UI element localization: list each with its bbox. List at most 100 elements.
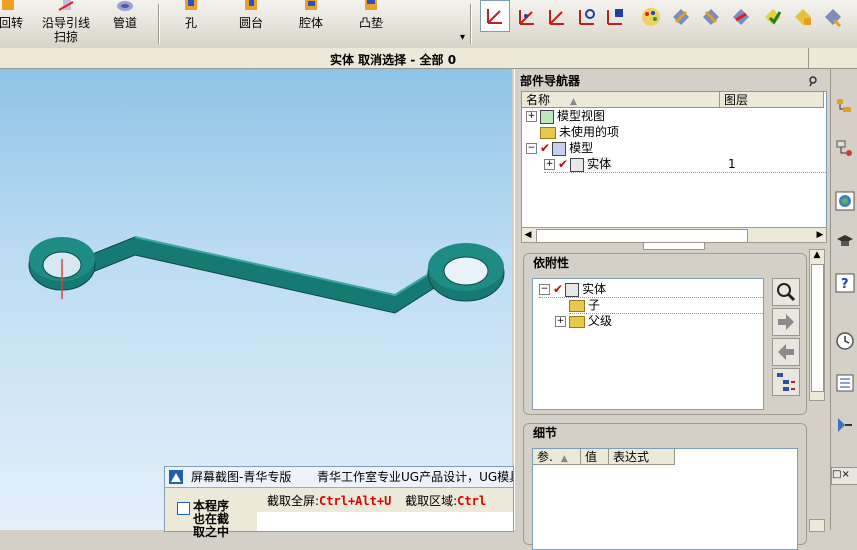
include-self-checkbox[interactable] — [177, 502, 190, 515]
go-back-button[interactable] — [772, 338, 800, 366]
panel-splitter[interactable] — [643, 242, 705, 250]
analysis-mass-icon[interactable] — [730, 6, 752, 28]
scroll-left-icon[interactable]: ◀ — [522, 228, 534, 242]
tree-node-model-views[interactable]: + 模型视图 — [526, 108, 605, 124]
hole-button[interactable]: 孔 — [176, 0, 206, 46]
svg-text:?: ? — [841, 277, 849, 292]
analysis-section-icon[interactable] — [792, 6, 814, 28]
arrow-left-icon — [778, 344, 794, 360]
wcs-rotate-icon[interactable] — [576, 6, 598, 28]
toolbar-separator — [470, 4, 472, 44]
collapse-icon[interactable]: − — [526, 143, 537, 154]
region-hotkey: Ctrl — [457, 494, 487, 508]
web-browser-icon[interactable] — [835, 415, 855, 435]
palette-icon[interactable] — [640, 6, 662, 28]
dependency-node-children[interactable]: 子 — [569, 297, 763, 314]
go-forward-button[interactable] — [772, 308, 800, 336]
tree-options-button[interactable] — [772, 368, 800, 396]
solid-body-icon — [565, 282, 580, 297]
graphics-viewport[interactable] — [0, 69, 512, 530]
dependency-node-solid[interactable]: − ✔ 实体 — [539, 281, 763, 298]
capture-preview-area — [257, 512, 513, 531]
details-table[interactable]: 参. ▲ 值 表达式 — [532, 448, 798, 550]
capture-subtitle: 青华工作室专业UG产品设计，UG模具设 — [317, 470, 513, 484]
expand-icon[interactable]: + — [526, 111, 537, 122]
wcs-orient-icon[interactable] — [546, 6, 568, 28]
column-header-parameter[interactable]: 参. ▲ — [533, 449, 581, 465]
toolbar-separator — [158, 4, 160, 44]
select-mode-button[interactable] — [480, 0, 510, 32]
part-navigator-icon[interactable] — [835, 139, 855, 159]
scroll-thumb[interactable] — [811, 264, 824, 392]
pocket-button[interactable]: 腔体 — [296, 0, 326, 46]
find-button[interactable] — [772, 278, 800, 306]
assembly-navigator-icon[interactable] — [835, 97, 855, 117]
status-bar: 实体 取消选择 - 全部 0 — [0, 48, 857, 69]
folder-icon — [569, 315, 585, 328]
history-palette-icon[interactable] — [835, 191, 855, 211]
column-header-expression[interactable]: 表达式 — [609, 449, 675, 465]
dependency-tree[interactable]: − ✔ 实体 子 + 父级 — [532, 278, 764, 410]
column-header-name[interactable]: 名称 ▲ — [522, 92, 720, 108]
wrench-model[interactable] — [0, 69, 512, 530]
status-message: 实体 取消选择 - 全部 0 — [330, 53, 457, 67]
column-header-layer[interactable]: 图层 — [720, 92, 824, 108]
solid-layer-value: 1 — [728, 157, 736, 171]
tube-icon — [117, 1, 133, 11]
tree-node-unused-items[interactable]: 未使用的项 — [540, 124, 619, 140]
analysis-check-icon[interactable] — [762, 6, 784, 28]
sort-arrow-icon: ▲ — [570, 97, 577, 107]
column-header-value[interactable]: 值 — [581, 449, 609, 465]
scroll-up-icon[interactable]: ▲ — [810, 250, 824, 262]
boss-button[interactable]: 圆台 — [236, 0, 266, 46]
analysis-angle-icon[interactable] — [700, 6, 722, 28]
revolve-button[interactable]: 回转 — [0, 0, 24, 46]
expand-icon[interactable]: + — [544, 159, 555, 170]
scroll-right-icon[interactable]: ▶ — [814, 228, 826, 242]
details-title: 细节 — [533, 426, 558, 440]
navigator-tree[interactable]: 名称 ▲ 图层 + 模型视图 未使用的项 − ✔ 模型 + ✔ 实体 1 — [521, 91, 827, 229]
capture-logo-icon — [169, 470, 183, 484]
screen-capture-window: 屏幕截图-青华专版 青华工作室专业UG产品设计，UG模具设 本程序也在截取之中 … — [164, 466, 514, 539]
wcs-save-icon[interactable] — [604, 6, 626, 28]
sweep-along-guide-button[interactable]: 沿导引线 扫掠 — [36, 0, 96, 46]
tree-node-model[interactable]: − ✔ 模型 — [526, 140, 593, 156]
navigator-title: 部件导航器 — [520, 74, 581, 88]
capture-hotkeys: 截取全屏:Ctrl+Alt+U 截取区域:Ctrl — [267, 494, 487, 508]
window-restore-controls[interactable]: □× — [831, 467, 857, 485]
pin-icon[interactable] — [807, 75, 819, 87]
navigator-vscrollbar[interactable]: ▲ — [809, 249, 825, 401]
analysis-deviation-icon[interactable] — [822, 6, 844, 28]
boss-icon — [245, 0, 257, 10]
checkmark-icon[interactable]: ✔ — [540, 140, 550, 156]
navigator-hscrollbar[interactable]: ◀ ▶ — [521, 227, 827, 243]
system-materials-icon[interactable] — [835, 373, 855, 393]
pad-button[interactable]: 凸垫 — [356, 0, 386, 46]
solid-body-icon — [570, 157, 585, 172]
pocket-icon — [305, 0, 317, 10]
model-icon — [552, 141, 567, 156]
scroll-thumb[interactable] — [536, 229, 748, 243]
history-clock-icon[interactable] — [835, 331, 855, 351]
tree-node-solid[interactable]: + ✔ 实体 1 — [544, 156, 826, 173]
resource-bar: ? □× — [830, 69, 857, 530]
checkmark-icon[interactable]: ✔ — [553, 281, 563, 297]
checkmark-icon[interactable]: ✔ — [558, 156, 568, 172]
details-vscrollbar[interactable] — [809, 519, 825, 532]
tree-list-icon — [777, 373, 795, 391]
arrow-right-icon — [778, 314, 794, 330]
expand-icon[interactable]: + — [555, 316, 566, 327]
dependency-node-parents[interactable]: + 父级 — [555, 313, 612, 329]
model-views-icon — [540, 109, 554, 124]
hole-icon — [185, 0, 197, 10]
sort-arrow-icon: ▲ — [560, 454, 568, 464]
tube-button[interactable]: 管道 — [108, 0, 142, 46]
wcs-icon[interactable] — [516, 6, 538, 28]
collapse-icon[interactable]: − — [539, 284, 550, 295]
help-icon[interactable]: ? — [835, 273, 855, 293]
folder-icon — [569, 299, 585, 312]
include-self-label: 本程序也在截取之中 — [193, 499, 230, 539]
toolbar-overflow-chevron[interactable]: ▾ — [460, 32, 465, 43]
training-icon[interactable] — [835, 231, 855, 251]
analysis-distance-icon[interactable] — [670, 6, 692, 28]
